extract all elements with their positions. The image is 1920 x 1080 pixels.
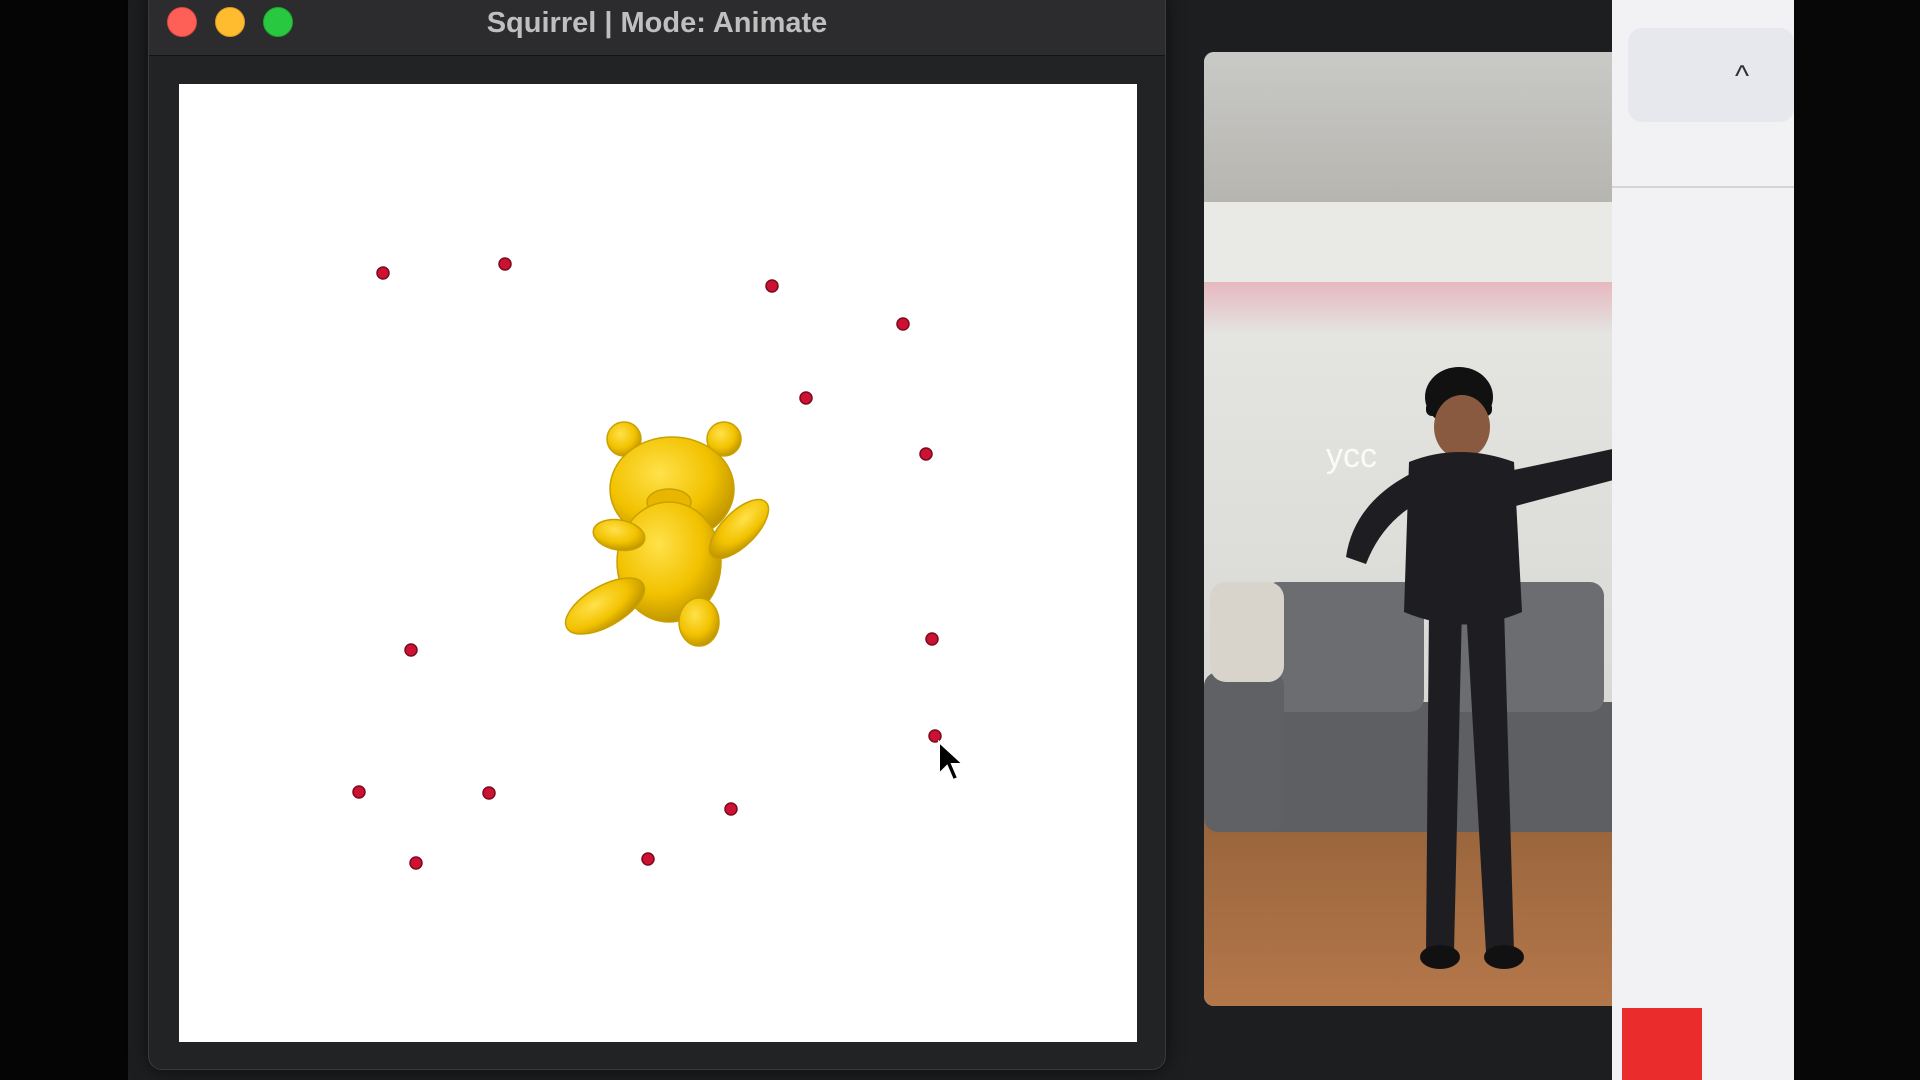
window-titlebar[interactable]: Squirrel | Mode: Animate <box>149 0 1165 56</box>
control-point[interactable] <box>765 279 779 293</box>
neon-sign: ycc <box>1326 437 1377 475</box>
control-point[interactable] <box>724 802 738 816</box>
animation-canvas[interactable] <box>179 84 1137 1042</box>
teddy-bear-model[interactable] <box>557 421 778 647</box>
bear-right-leg <box>678 597 720 647</box>
control-point[interactable] <box>409 856 423 870</box>
control-point[interactable] <box>896 317 910 331</box>
scene-svg <box>352 257 942 870</box>
control-point[interactable] <box>404 643 418 657</box>
control-point[interactable] <box>919 447 933 461</box>
control-point[interactable] <box>376 266 390 280</box>
browser-toolbar-pill <box>1628 28 1794 122</box>
squirrel-app-window: Squirrel | Mode: Animate <box>148 0 1166 1070</box>
control-point[interactable] <box>925 632 939 646</box>
red-thumbnail <box>1622 1008 1702 1080</box>
desktop-left-edge <box>0 0 128 1080</box>
control-point[interactable] <box>641 852 655 866</box>
control-point[interactable] <box>352 785 366 799</box>
background-browser-window: ^ <box>1612 0 1794 1080</box>
chevron-up-icon[interactable]: ^ <box>1735 60 1749 94</box>
mouse-pointer-icon <box>938 740 965 782</box>
browser-divider <box>1612 186 1794 188</box>
control-point[interactable] <box>498 257 512 271</box>
desktop-right-edge <box>1794 0 1920 1080</box>
control-point[interactable] <box>799 391 813 405</box>
control-point[interactable] <box>482 786 496 800</box>
window-title: Squirrel | Mode: Animate <box>486 7 828 39</box>
